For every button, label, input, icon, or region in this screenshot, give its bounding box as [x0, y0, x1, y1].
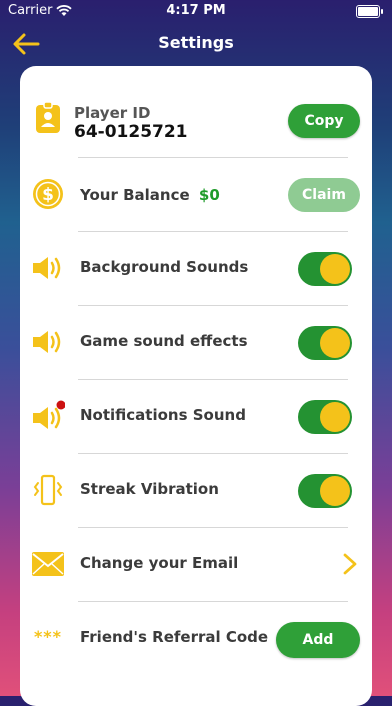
player-id-label: Player ID: [74, 104, 151, 122]
page-title: Settings: [158, 33, 234, 52]
game-sound-effects-label: Game sound effects: [80, 332, 248, 350]
streak-vibration-toggle[interactable]: [298, 474, 352, 508]
notifications-sound-label: Notifications Sound: [80, 406, 246, 424]
game-sound-effects-toggle[interactable]: [298, 326, 352, 360]
stars-icon: ***: [33, 626, 63, 646]
svg-text:$: $: [42, 185, 54, 205]
dollar-coin-icon: $: [30, 176, 66, 212]
id-badge-icon: [30, 100, 66, 136]
speaker-icon: [30, 324, 66, 360]
notifications-sound-row: Notifications Sound: [20, 380, 372, 454]
streak-vibration-row: Streak Vibration: [20, 454, 372, 528]
notification-speaker-icon: [30, 398, 66, 434]
nav-bar: Settings: [0, 28, 392, 60]
background-sounds-row: Background Sounds: [20, 232, 372, 306]
balance-amount: $0: [198, 186, 220, 204]
speaker-icon: [30, 250, 66, 286]
phone-vibration-icon: [30, 472, 66, 508]
balance-row: $ Your Balance $0 Claim: [20, 158, 372, 232]
background-sounds-label: Background Sounds: [80, 258, 249, 276]
player-id-value: 64-0125721: [74, 122, 188, 142]
chevron-right-icon[interactable]: [342, 552, 358, 576]
referral-code-row: *** Friend's Referral Code Add: [20, 602, 372, 676]
copy-button[interactable]: Copy: [288, 104, 360, 138]
envelope-icon: [30, 546, 66, 582]
change-email-row[interactable]: Change your Email: [20, 528, 372, 602]
game-sound-effects-row: Game sound effects: [20, 306, 372, 380]
player-id-row: Player ID 64-0125721 Copy: [20, 84, 372, 158]
balance-label: Your Balance: [80, 186, 190, 204]
notifications-sound-toggle[interactable]: [298, 400, 352, 434]
claim-button[interactable]: Claim: [288, 178, 360, 212]
status-bar: Carrier 4:17 PM: [0, 0, 392, 22]
referral-code-label: Friend's Referral Code: [80, 628, 269, 646]
streak-vibration-label: Streak Vibration: [80, 480, 219, 498]
settings-card: Player ID 64-0125721 Copy $ Your Balance…: [20, 66, 372, 706]
add-referral-button[interactable]: Add: [276, 622, 360, 658]
balance-label-group: Your Balance $0: [80, 186, 220, 204]
change-email-label: Change your Email: [80, 554, 239, 572]
status-time: 4:17 PM: [166, 3, 226, 18]
background-sounds-toggle[interactable]: [298, 252, 352, 286]
battery-icon: [356, 5, 383, 18]
